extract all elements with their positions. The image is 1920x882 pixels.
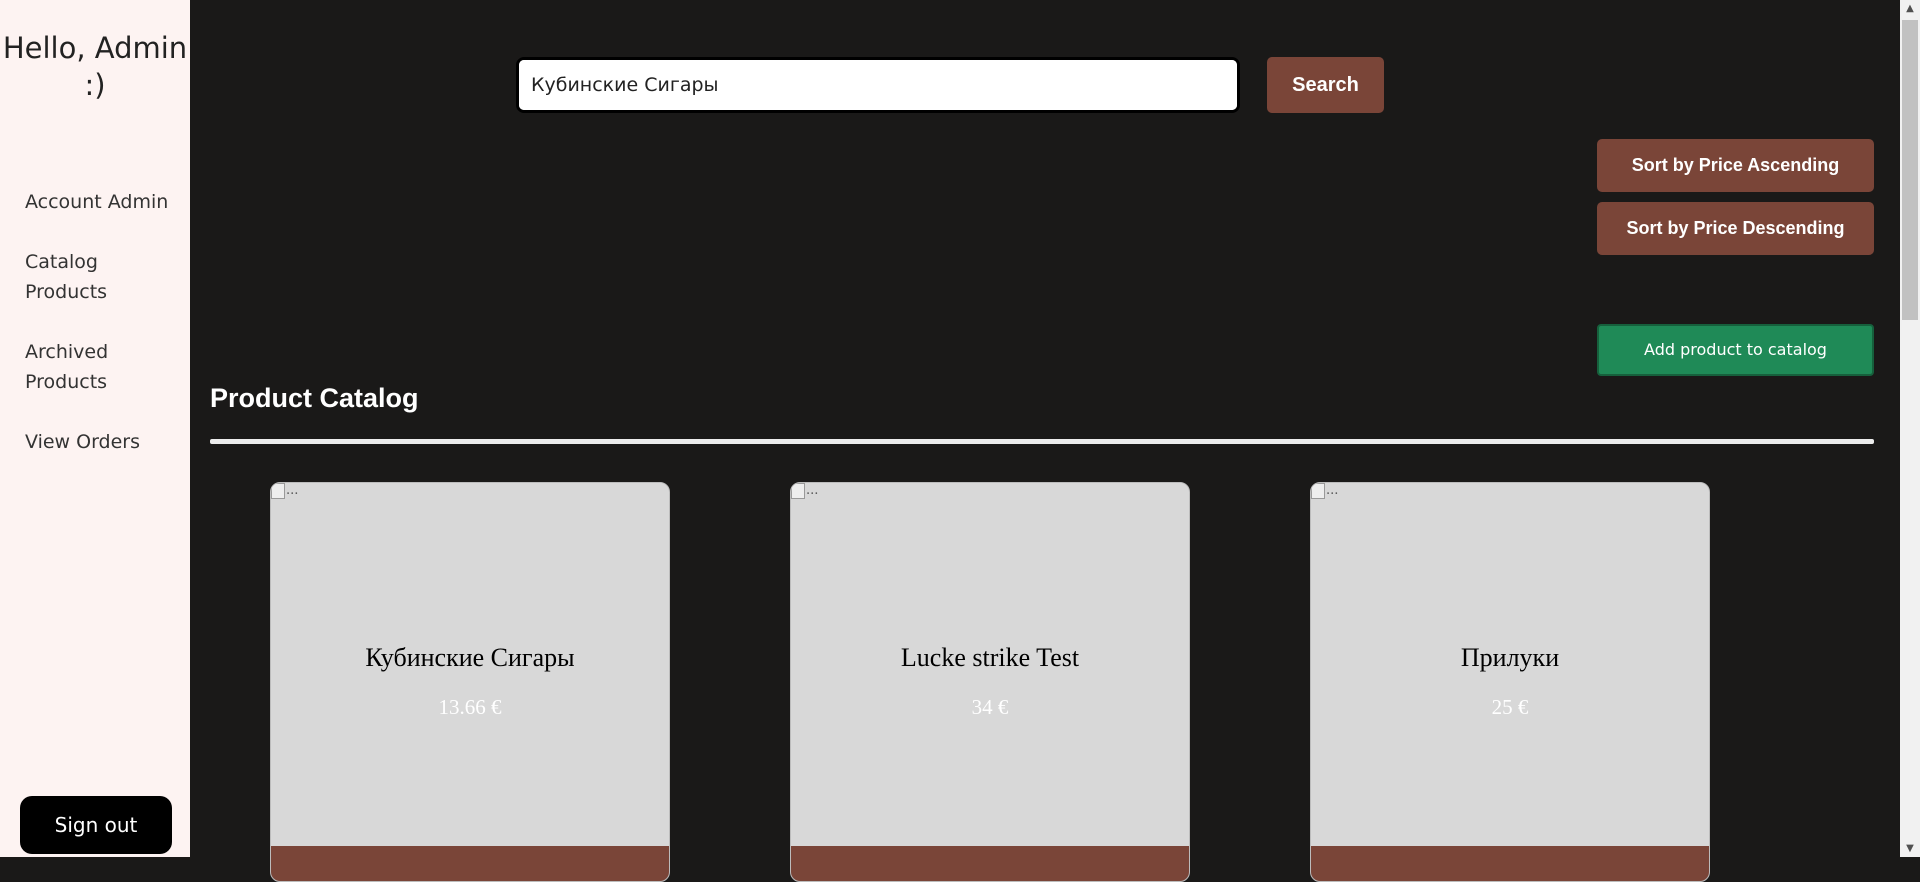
product-card[interactable]: ... Кубинские Сигары 13.66 € bbox=[270, 482, 670, 882]
add-product-button[interactable]: Add product to catalog bbox=[1597, 324, 1874, 376]
main-content: Search Sort by Price Ascending Sort by P… bbox=[190, 0, 1900, 882]
broken-image-icon bbox=[271, 483, 285, 499]
search-input[interactable] bbox=[516, 57, 1240, 113]
sign-out-button[interactable]: Sign out bbox=[20, 796, 172, 854]
product-action-button[interactable] bbox=[791, 846, 1189, 881]
nav-item-archived-products[interactable]: Archived Products bbox=[25, 337, 185, 397]
greeting: Hello, Admin :) bbox=[2, 31, 188, 102]
catalog-divider bbox=[210, 439, 1874, 444]
scroll-down-arrow-icon[interactable]: ▼ bbox=[1900, 840, 1920, 857]
product-image: ... bbox=[791, 483, 818, 499]
product-action-button[interactable] bbox=[1311, 846, 1709, 881]
nav-item-view-orders[interactable]: View Orders bbox=[25, 427, 185, 457]
product-price: 34 € bbox=[971, 695, 1009, 719]
product-action-button[interactable] bbox=[271, 846, 669, 881]
product-name: Lucke strike Test bbox=[900, 643, 1080, 672]
sidebar: Hello, Admin :) Account Admin Catalog Pr… bbox=[0, 0, 190, 857]
product-name: Прилуки bbox=[1460, 643, 1560, 672]
product-card[interactable]: ... Прилуки 25 € bbox=[1310, 482, 1710, 882]
product-price: 25 € bbox=[1491, 695, 1529, 719]
nav-item-catalog-products[interactable]: Catalog Products bbox=[25, 247, 185, 307]
nav-item-account-admin[interactable]: Account Admin bbox=[25, 187, 185, 217]
scroll-up-arrow-icon[interactable]: ▲ bbox=[1900, 0, 1920, 17]
broken-image-icon bbox=[1311, 483, 1325, 499]
broken-image-icon bbox=[791, 483, 805, 499]
sort-price-ascending-button[interactable]: Sort by Price Ascending bbox=[1597, 139, 1874, 192]
product-name: Кубинские Сигары bbox=[365, 643, 575, 672]
product-price: 13.66 € bbox=[438, 695, 502, 719]
product-image-alt: ... bbox=[806, 483, 819, 498]
product-image-alt: ... bbox=[1326, 483, 1339, 498]
vertical-scrollbar[interactable]: ▲ ▼ bbox=[1900, 0, 1920, 857]
scroll-thumb[interactable] bbox=[1902, 20, 1918, 320]
sort-price-descending-button[interactable]: Sort by Price Descending bbox=[1597, 202, 1874, 255]
catalog-title: Product Catalog bbox=[210, 383, 419, 413]
product-image: ... bbox=[1311, 483, 1338, 499]
product-image-alt: ... bbox=[286, 483, 299, 498]
product-image: ... bbox=[271, 483, 298, 499]
product-card[interactable]: ... Lucke strike Test 34 € bbox=[790, 482, 1190, 882]
search-button[interactable]: Search bbox=[1267, 57, 1384, 113]
